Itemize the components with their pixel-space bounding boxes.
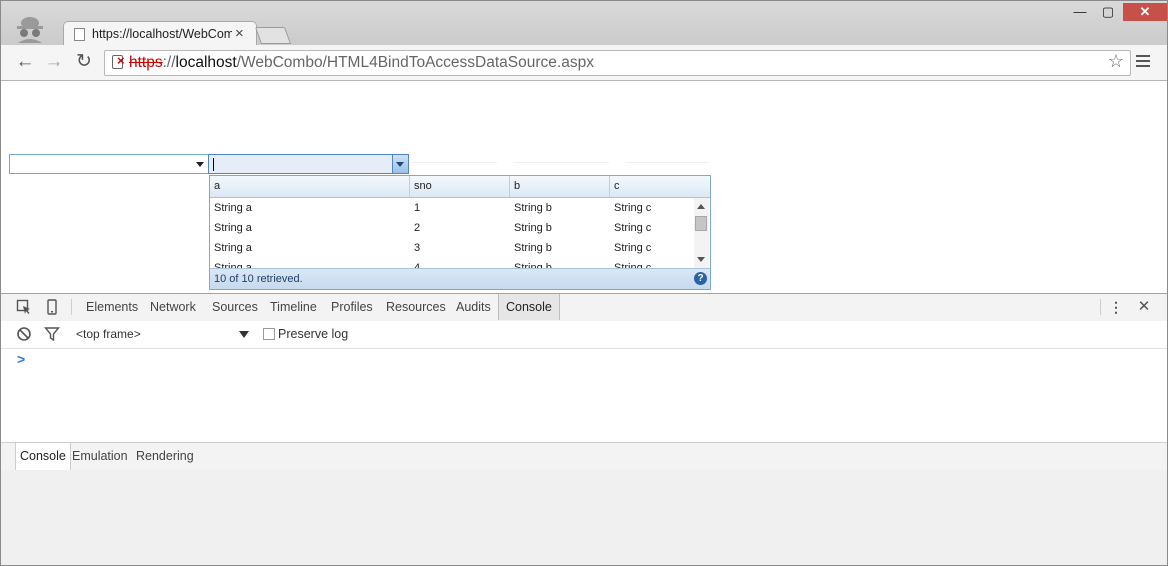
back-button[interactable]: ←	[13, 51, 37, 73]
tab-console[interactable]: Console	[498, 294, 560, 320]
tab-profiles[interactable]: Profiles	[331, 294, 373, 320]
ghost-line	[625, 162, 709, 163]
close-window-button[interactable]: ✕	[1123, 3, 1167, 21]
minimize-button[interactable]: —	[1069, 3, 1091, 21]
combo-box-2[interactable]	[208, 154, 409, 174]
tab-strip: https://localhost/WebCombo × — ▢ ✕	[1, 1, 1167, 47]
frame-select[interactable]: <top frame>	[76, 327, 141, 341]
table-row[interactable]: String a 2 String b String c	[210, 218, 694, 238]
url-separator: ://	[162, 54, 176, 71]
help-icon[interactable]: ?	[694, 272, 707, 285]
url-scheme: https	[129, 54, 163, 71]
cell-c: String c	[614, 242, 652, 254]
drawer-tab-emulation[interactable]: Emulation	[72, 443, 128, 470]
cell-sno: 2	[414, 222, 421, 234]
browser-window: https://localhost/WebCombo × — ▢ ✕ ← → ↻…	[0, 0, 1168, 566]
separator	[1100, 299, 1101, 315]
cell-c: String c	[614, 262, 652, 268]
clear-console-icon[interactable]	[16, 326, 32, 342]
cell-a: String a	[214, 262, 252, 268]
tab-title: https://localhost/WebCombo	[92, 27, 232, 41]
separator	[71, 299, 72, 315]
tab-network[interactable]: Network	[150, 294, 196, 320]
drawer-tabbar: Console Emulation Rendering	[1, 442, 1167, 471]
table-row[interactable]: String a 4 String b String c	[210, 258, 694, 268]
preserve-log-label[interactable]: Preserve log	[278, 327, 348, 341]
chevron-down-icon[interactable]	[239, 331, 249, 338]
cell-c: String c	[614, 202, 652, 214]
tab-timeline[interactable]: Timeline	[270, 294, 317, 320]
tab-sources[interactable]: Sources	[212, 294, 258, 320]
devtools-panel: Elements Network Sources Timeline Profil…	[1, 293, 1167, 565]
tab-active[interactable]: https://localhost/WebCombo ×	[63, 21, 257, 47]
table-row[interactable]: String a 1 String b String c	[210, 198, 694, 218]
table-row[interactable]: String a 3 String b String c	[210, 238, 694, 258]
reload-button[interactable]: ↻	[72, 51, 96, 73]
cell-sno: 1	[414, 202, 421, 214]
toolbar: ← → ↻ × https://localhost/WebCombo/HTML4…	[1, 45, 1167, 81]
combo-box-1[interactable]	[9, 154, 209, 174]
close-devtools-icon[interactable]: ✕	[1136, 299, 1152, 315]
column-header-b[interactable]: b	[510, 176, 610, 197]
retrieved-status: 10 of 10 retrieved.	[214, 273, 303, 285]
drawer-tab-console[interactable]: Console	[15, 443, 71, 470]
device-mode-icon[interactable]	[44, 299, 60, 315]
scroll-up-icon[interactable]	[697, 204, 705, 209]
ghost-line	[411, 162, 497, 163]
grid-status-bar: 10 of 10 retrieved. ?	[210, 268, 710, 289]
cell-sno: 3	[414, 242, 421, 254]
tab-resources[interactable]: Resources	[386, 294, 446, 320]
inspect-element-icon[interactable]	[16, 299, 32, 315]
tab-audits[interactable]: Audits	[456, 294, 491, 320]
text-caret	[213, 158, 214, 171]
cell-a: String a	[214, 202, 252, 214]
cell-b: String b	[514, 202, 552, 214]
incognito-icon	[17, 17, 43, 43]
scroll-thumb[interactable]	[695, 216, 707, 231]
preserve-log-checkbox[interactable]	[263, 328, 275, 340]
new-tab-button[interactable]	[254, 27, 292, 44]
close-tab-icon[interactable]: ×	[235, 25, 244, 42]
cell-b: String b	[514, 222, 552, 234]
combo-dropdown-grid: a sno b c String a 1 String b String c S…	[209, 175, 711, 290]
column-header-sno[interactable]: sno	[410, 176, 510, 197]
ghost-line	[513, 162, 609, 163]
dropdown-arrow-icon[interactable]	[196, 162, 204, 167]
page-icon	[74, 28, 85, 41]
security-error-icon: ×	[117, 53, 125, 68]
cell-b: String b	[514, 242, 552, 254]
url-host: localhost	[175, 54, 237, 71]
page-content: a sno b c String a 1 String b String c S…	[1, 81, 1167, 293]
cell-a: String a	[214, 222, 252, 234]
console-toolbar: <top frame> Preserve log	[1, 321, 1167, 349]
column-header-c[interactable]: c	[610, 176, 710, 197]
maximize-button[interactable]: ▢	[1097, 3, 1119, 21]
filter-icon[interactable]	[44, 326, 60, 342]
combo-dropdown-button[interactable]	[392, 155, 408, 173]
column-header-a[interactable]: a	[210, 176, 410, 197]
console-prompt[interactable]: >	[17, 351, 25, 367]
bookmark-star-icon[interactable]: ☆	[1108, 51, 1124, 72]
drawer-body	[1, 470, 1167, 565]
scroll-down-icon[interactable]	[697, 257, 705, 262]
url-text[interactable]: https://localhost/WebCombo/HTML4BindToAc…	[129, 54, 594, 72]
cell-c: String c	[614, 222, 652, 234]
url-path: /WebCombo/HTML4BindToAccessDataSource.as…	[236, 54, 594, 71]
menu-icon[interactable]	[1136, 55, 1150, 70]
drawer-tab-rendering[interactable]: Rendering	[136, 443, 194, 470]
cell-a: String a	[214, 242, 252, 254]
address-bar[interactable]: × https://localhost/WebCombo/HTML4BindTo…	[104, 50, 1131, 76]
grid-header: a sno b c	[210, 176, 710, 198]
grid-scrollbar[interactable]	[694, 198, 709, 268]
cell-b: String b	[514, 262, 552, 268]
grid-body: String a 1 String b String c String a 2 …	[210, 198, 694, 268]
tab-elements[interactable]: Elements	[86, 294, 138, 320]
devtools-tabbar: Elements Network Sources Timeline Profil…	[1, 294, 1167, 322]
more-options-icon[interactable]: ⋮	[1108, 299, 1124, 315]
forward-button[interactable]: →	[42, 51, 66, 73]
cell-sno: 4	[414, 262, 421, 268]
